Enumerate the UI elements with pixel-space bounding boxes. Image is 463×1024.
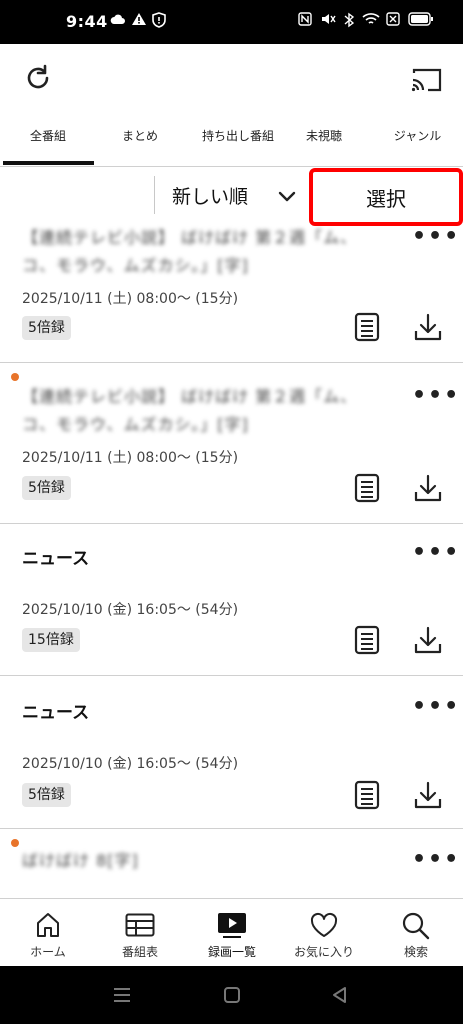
cast-icon[interactable]	[406, 62, 446, 98]
search-icon	[402, 912, 430, 940]
nav-label: お気に入り	[293, 945, 354, 959]
document-icon[interactable]	[354, 625, 380, 655]
download-icon[interactable]	[414, 780, 442, 810]
speed-badge: 5倍録	[22, 783, 71, 807]
tab-unwatched[interactable]: 未視聴	[292, 116, 356, 164]
list-item[interactable]: ばけばけ 8[字] •••	[0, 829, 463, 899]
tab-takeout[interactable]: 持ち出し番組	[184, 116, 292, 164]
download-icon[interactable]	[414, 312, 442, 342]
status-time: 9:44	[66, 12, 108, 31]
sort-dropdown[interactable]: 新しい順	[172, 182, 248, 209]
battery-icon	[408, 12, 434, 30]
nav-label: 録画一覧	[207, 945, 256, 959]
tab-bar: 全番組 まとめ 持ち出し番組 未視聴 ジャンル	[0, 116, 463, 167]
speed-badge: 5倍録	[22, 316, 71, 340]
more-options-icon[interactable]: •••	[412, 847, 460, 872]
nav-favorites[interactable]: お気に入り	[278, 899, 370, 967]
recording-title: 【連続テレビ小説】 ばけばけ 第２週「ム、コ、モラウ、ムズカシ。」[字]	[22, 387, 358, 434]
recordings-icon	[218, 913, 246, 938]
list-item[interactable]: 【連続テレビ小説】 ばけばけ 第２週「ム、コ、モラウ、ムズカシ。」[字] •••…	[0, 224, 463, 363]
document-icon[interactable]	[354, 780, 380, 810]
download-icon[interactable]	[414, 473, 442, 503]
more-options-icon[interactable]: •••	[412, 224, 460, 249]
select-button[interactable]: 選択	[309, 168, 463, 226]
new-indicator-dot	[11, 839, 19, 847]
more-options-icon[interactable]: •••	[412, 383, 460, 408]
speed-badge: 15倍録	[22, 628, 80, 652]
nav-search[interactable]: 検索	[370, 899, 462, 967]
more-options-icon[interactable]: •••	[412, 694, 460, 719]
nav-recordings[interactable]: 録画一覧	[186, 899, 278, 967]
close-box-icon	[386, 12, 400, 30]
menu-icon[interactable]	[112, 986, 132, 1004]
cloud-icon	[110, 12, 126, 30]
list-item[interactable]: ニュース ••• 2025/10/10 (金) 16:05〜 (54分) 15倍…	[0, 524, 463, 676]
refresh-icon[interactable]	[20, 60, 56, 96]
sort-divider	[154, 176, 155, 214]
nfc-icon	[298, 12, 312, 30]
guide-icon	[125, 913, 155, 937]
home-square-icon[interactable]	[222, 985, 242, 1005]
recording-title: ばけばけ 8[字]	[22, 851, 139, 870]
document-icon[interactable]	[354, 473, 380, 503]
system-nav-bar	[0, 966, 463, 1024]
recording-datetime: 2025/10/11 (土) 08:00〜 (15分)	[22, 450, 239, 466]
download-icon[interactable]	[414, 625, 442, 655]
tab-genre[interactable]: ジャンル	[372, 116, 463, 164]
recording-title: ニュース	[22, 703, 90, 723]
mute-icon	[320, 12, 336, 30]
recording-title: 【連続テレビ小説】 ばけばけ 第２週「ム、コ、モラウ、ムズカシ。」[字]	[22, 228, 358, 275]
nav-label: ホーム	[30, 945, 66, 959]
bluetooth-icon	[344, 12, 355, 32]
new-indicator-dot	[11, 373, 19, 381]
heart-icon	[310, 912, 338, 937]
status-bar: 9:44	[0, 0, 463, 44]
recording-title: ニュース	[22, 549, 90, 569]
nav-home[interactable]: ホーム	[2, 899, 94, 967]
wifi-icon	[362, 12, 380, 30]
document-icon[interactable]	[354, 312, 380, 342]
recording-datetime: 2025/10/10 (金) 16:05〜 (54分)	[22, 602, 239, 618]
app-bar	[0, 44, 463, 116]
list-item[interactable]: 【連続テレビ小説】 ばけばけ 第２週「ム、コ、モラウ、ムズカシ。」[字] •••…	[0, 363, 463, 524]
tab-summary[interactable]: まとめ	[96, 116, 184, 164]
home-icon	[37, 913, 59, 937]
warning-icon	[131, 12, 147, 30]
recording-datetime: 2025/10/10 (金) 16:05〜 (54分)	[22, 756, 239, 772]
nav-label: 番組表	[121, 945, 158, 959]
nav-label: 検索	[403, 945, 428, 959]
shield-icon	[152, 12, 166, 32]
list-item[interactable]: ニュース ••• 2025/10/10 (金) 16:05〜 (54分) 5倍録	[0, 676, 463, 829]
bottom-nav: ホーム 番組表 録画一覧 お気に入り 検索	[0, 898, 463, 967]
tab-all-programs[interactable]: 全番組	[0, 116, 96, 164]
recording-datetime: 2025/10/11 (土) 08:00〜 (15分)	[22, 291, 239, 307]
chevron-down-icon[interactable]	[276, 185, 298, 211]
more-options-icon[interactable]: •••	[412, 540, 460, 565]
speed-badge: 5倍録	[22, 476, 71, 500]
back-icon[interactable]	[330, 985, 350, 1005]
tab-indicator	[3, 161, 94, 165]
nav-guide[interactable]: 番組表	[94, 899, 186, 967]
